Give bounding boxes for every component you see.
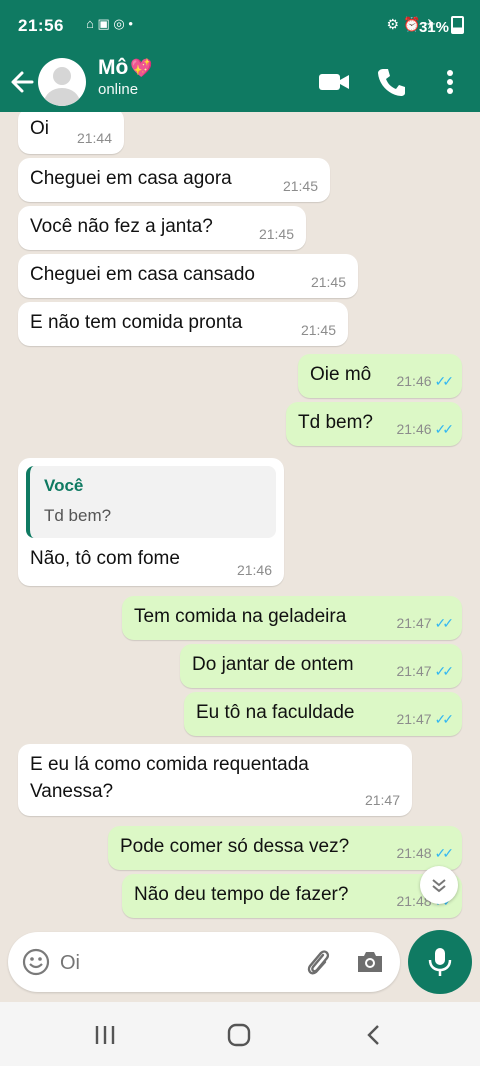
message-time-text: 21:47	[396, 615, 432, 631]
phone-icon[interactable]	[374, 64, 410, 100]
contact-emoji: 💖	[130, 58, 153, 78]
message-text: Td bem?	[298, 412, 373, 433]
status-time: 21:56	[18, 16, 64, 35]
message-bubble-outgoing[interactable]: Oie mô 21:46 ✓✓	[298, 354, 462, 398]
contact-avatar[interactable]	[38, 58, 86, 106]
message-time-text: 21:47	[396, 711, 432, 727]
message-time: 21:44	[76, 130, 112, 146]
message-text: Oi	[30, 118, 49, 139]
message-text-line2: Vanessa?	[30, 781, 114, 802]
more-vert-icon[interactable]	[432, 64, 468, 100]
read-ticks-icon: ✓✓	[434, 663, 455, 679]
read-ticks-icon: ✓✓	[434, 615, 455, 631]
home-icon[interactable]	[224, 1020, 254, 1050]
message-bubble-incoming[interactable]: E não tem comida pronta 21:45	[18, 302, 348, 346]
message-time: 21:47 ✓✓	[396, 663, 455, 680]
back-arrow-icon[interactable]	[8, 62, 40, 102]
notification-icons: ⌂ ▣ ◎ •	[86, 16, 133, 31]
read-ticks-icon: ✓✓	[434, 373, 455, 389]
message-time: 21:45	[258, 226, 294, 242]
quote-author: Você	[44, 476, 84, 495]
attach-icon[interactable]	[302, 946, 334, 978]
message-time: 21:45	[300, 322, 336, 338]
video-call-icon[interactable]	[316, 64, 352, 100]
message-time: 21:46 ✓✓	[396, 421, 455, 438]
message-text: Não deu tempo de fazer?	[134, 884, 349, 905]
message-bubble-incoming-reply[interactable]: Você Td bem? Não, tô com fome 21:46	[18, 458, 284, 586]
status-bar: 21:56 ⌂ ▣ ◎ • ⚙ ⏰ ✈ 31%	[0, 0, 480, 52]
message-time: 21:45	[310, 274, 346, 290]
system-navigation-bar	[0, 1002, 480, 1066]
message-bubble-incoming[interactable]: E eu lá como comida requentada Vanessa? …	[18, 744, 412, 816]
message-time: 21:47 ✓✓	[396, 711, 455, 728]
message-time-text: 21:46	[396, 421, 432, 437]
message-bubble-outgoing[interactable]: Eu tô na faculdade 21:47 ✓✓	[184, 692, 462, 736]
chat-header: Mô 💖 online	[0, 52, 480, 112]
message-bubble-outgoing[interactable]: Não deu tempo de fazer? 21:48✓✓	[122, 874, 462, 918]
message-text: Não, tô com fome	[30, 548, 180, 569]
mic-icon	[428, 948, 452, 976]
message-text: E eu lá como comida requentada	[30, 754, 309, 775]
message-text: Pode comer só dessa vez?	[120, 836, 350, 857]
message-text: Eu tô na faculdade	[196, 702, 355, 723]
read-ticks-icon: ✓✓	[434, 845, 455, 861]
quoted-message[interactable]: Você Td bem?	[26, 466, 276, 538]
scroll-down-icon[interactable]	[420, 866, 458, 904]
battery-icon	[451, 16, 464, 34]
read-ticks-icon: ✓✓	[434, 421, 455, 437]
message-text: Cheguei em casa cansado	[30, 264, 255, 285]
battery-indicator: 31%	[419, 16, 464, 36]
quote-text: Td bem?	[44, 506, 112, 525]
message-text: Tem comida na geladeira	[134, 606, 347, 627]
message-input[interactable]	[58, 946, 292, 980]
message-time: 21:47 ✓✓	[396, 615, 455, 632]
contact-status: online	[98, 81, 139, 98]
message-time: 21:47	[364, 792, 400, 808]
emoji-icon[interactable]	[22, 948, 50, 976]
message-time-text: 21:48	[396, 845, 432, 861]
message-text: E não tem comida pronta	[30, 312, 243, 333]
message-time-text: 21:46	[396, 373, 432, 389]
message-time: 21:48✓✓	[396, 845, 455, 862]
message-bubble-outgoing[interactable]: Td bem? 21:46 ✓✓	[286, 402, 462, 446]
message-bubble-incoming[interactable]: Cheguei em casa agora 21:45	[18, 158, 330, 202]
message-time: 21:46 ✓✓	[396, 373, 455, 390]
message-bubble-outgoing[interactable]: Do jantar de ontem 21:47 ✓✓	[180, 644, 462, 688]
back-nav-icon[interactable]	[360, 1020, 390, 1050]
camera-icon[interactable]	[354, 946, 386, 978]
contact-name[interactable]: Mô 💖	[98, 56, 153, 80]
message-time: 21:46	[236, 562, 272, 578]
message-bubble-incoming[interactable]: Cheguei em casa cansado 21:45	[18, 254, 358, 298]
battery-level: 31%	[418, 19, 449, 36]
message-text: Cheguei em casa agora	[30, 168, 232, 189]
message-list[interactable]: Oi 21:44 Cheguei em casa agora 21:45 Voc…	[0, 112, 480, 930]
recent-apps-icon[interactable]	[90, 1020, 120, 1050]
message-bubble-outgoing[interactable]: Tem comida na geladeira 21:47 ✓✓	[122, 596, 462, 640]
composer-bar	[0, 930, 480, 1002]
read-ticks-icon: ✓✓	[434, 711, 455, 727]
message-text: Oie mô	[310, 364, 372, 385]
message-time-text: 21:47	[396, 663, 432, 679]
contact-name-text: Mô	[98, 56, 129, 79]
message-bubble-outgoing[interactable]: Pode comer só dessa vez? 21:48 ✓✓	[108, 826, 462, 870]
composer-box[interactable]	[8, 932, 400, 992]
mic-button[interactable]	[408, 930, 472, 994]
message-bubble-incoming[interactable]: Oi 21:44	[18, 112, 124, 154]
message-text: Você não fez a janta?	[30, 216, 213, 237]
message-time: 21:45	[282, 178, 318, 194]
message-bubble-incoming[interactable]: Você não fez a janta? 21:45	[18, 206, 306, 250]
message-text: Do jantar de ontem	[192, 654, 354, 675]
